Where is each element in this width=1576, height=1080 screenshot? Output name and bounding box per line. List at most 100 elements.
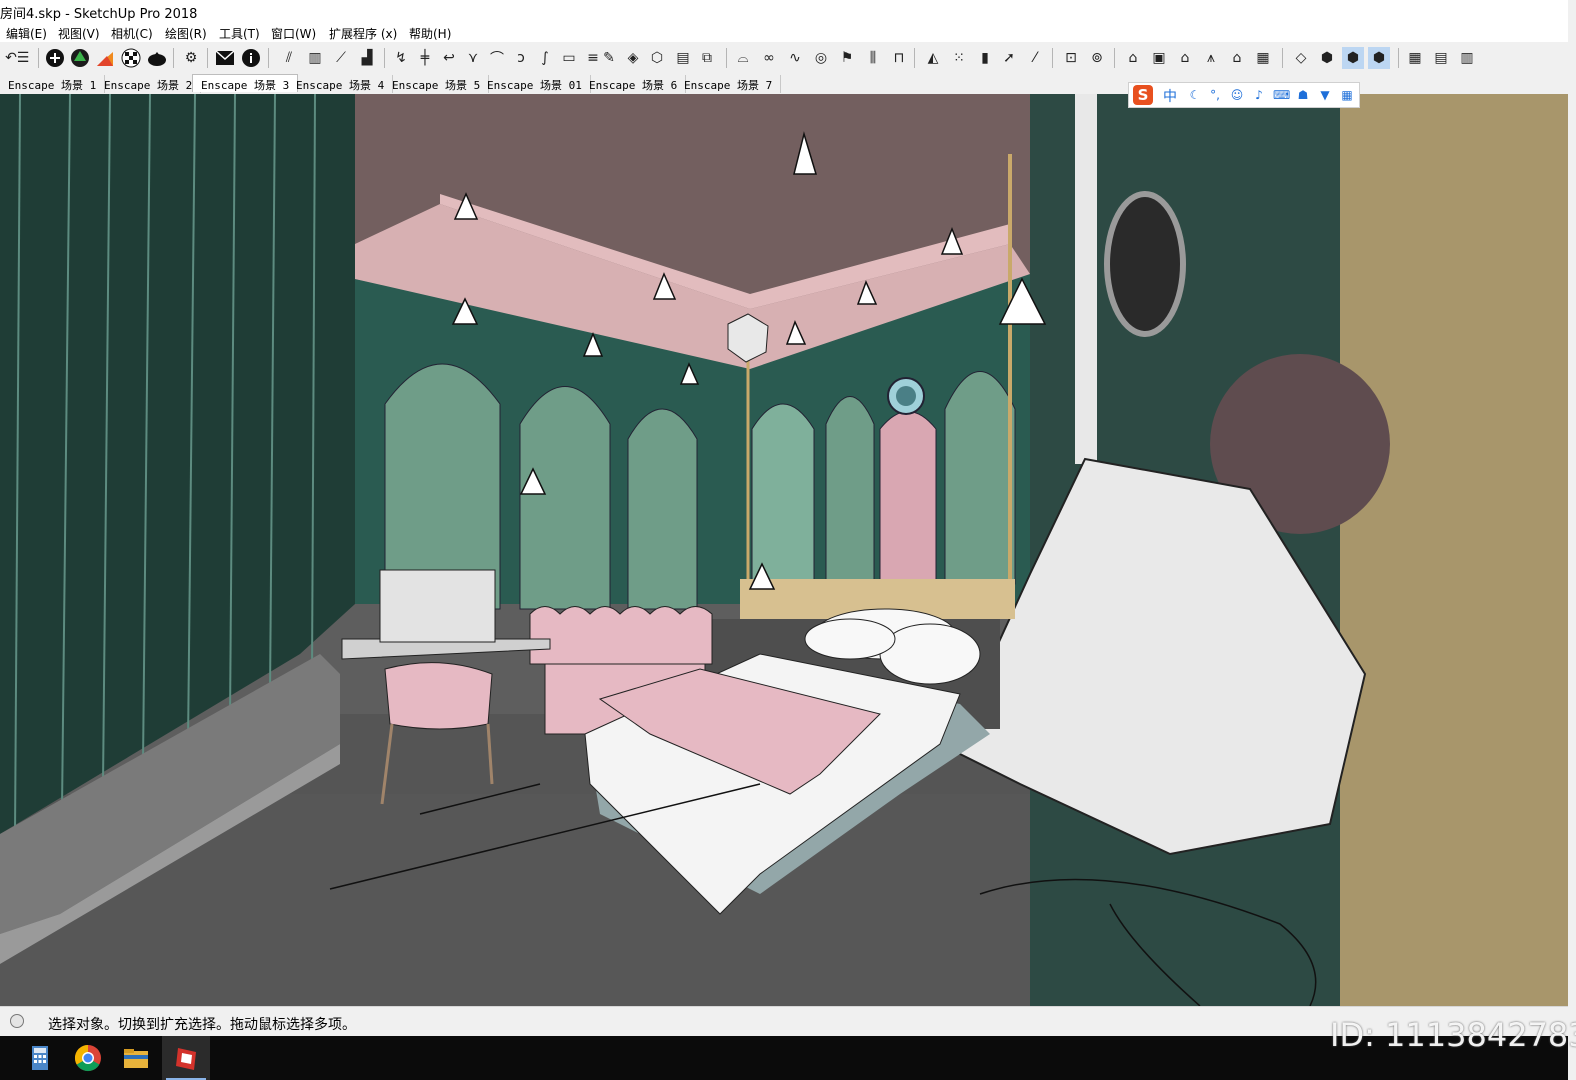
- menu-edit[interactable]: 编辑(E): [6, 25, 47, 42]
- palette-icon[interactable]: [94, 47, 116, 69]
- toolbar-separator: [384, 48, 385, 68]
- column-icon[interactable]: ▥: [304, 47, 326, 69]
- tab-scene-1[interactable]: Enscape 场景 1: [0, 75, 106, 93]
- tab-scene-3[interactable]: Enscape 场景 3: [192, 74, 299, 92]
- bridge-icon[interactable]: ⌓: [732, 47, 754, 69]
- tab-scene-01[interactable]: Enscape 场景 01: [479, 75, 591, 93]
- pen-icon[interactable]: ✎: [598, 47, 620, 69]
- branch-icon[interactable]: ⋎: [462, 47, 484, 69]
- diamond-icon[interactable]: ◈: [622, 47, 644, 69]
- checker-icon[interactable]: [120, 47, 142, 69]
- material-icon[interactable]: ⊚: [1086, 47, 1108, 69]
- punctuation-icon[interactable]: °,: [1207, 87, 1223, 103]
- menu-view[interactable]: 视图(V): [58, 25, 100, 42]
- bars-icon[interactable]: ▟: [356, 47, 378, 69]
- cursor-icon[interactable]: ➚: [998, 47, 1020, 69]
- house-outline-icon[interactable]: ⌂: [1226, 47, 1248, 69]
- add-icon[interactable]: [44, 47, 66, 69]
- path-icon[interactable]: ∫: [534, 47, 556, 69]
- home-icon[interactable]: ⌂: [1174, 47, 1196, 69]
- curve-icon[interactable]: ↩: [438, 47, 460, 69]
- ime-mode[interactable]: 中: [1163, 86, 1177, 106]
- book-icon[interactable]: ▤: [672, 47, 694, 69]
- tree-icon[interactable]: [69, 47, 91, 69]
- stairs-icon[interactable]: ⫽: [278, 47, 300, 69]
- menu-camera[interactable]: 相机(C): [111, 25, 153, 42]
- menu-window[interactable]: 窗口(W): [271, 25, 316, 42]
- ramp-icon[interactable]: ⟋: [330, 47, 352, 69]
- user-status-icon[interactable]: [10, 1014, 24, 1028]
- arch-panel: [825, 396, 875, 585]
- grid-dots-icon[interactable]: ⁙: [948, 47, 970, 69]
- target-icon[interactable]: ◎: [810, 47, 832, 69]
- shirt-icon[interactable]: ▼: [1317, 87, 1333, 103]
- moon-icon[interactable]: ☾: [1187, 87, 1203, 103]
- roof-icon[interactable]: ⩚: [1200, 47, 1222, 69]
- tab-scene-4[interactable]: Enscape 场景 4: [288, 75, 394, 93]
- calculator-icon[interactable]: [24, 1042, 56, 1074]
- sofa-back: [529, 606, 713, 665]
- model-viewport[interactable]: 知末: [0, 94, 1568, 1006]
- keyboard-icon[interactable]: ⌨: [1273, 87, 1290, 103]
- scene-render: [0, 94, 1568, 1006]
- chrome-icon[interactable]: [72, 1042, 104, 1074]
- ime-toolbar[interactable]: S 中 ☾ °, ☺ ♪ ⌨ ☗ ▼ ▦: [1128, 82, 1360, 108]
- stack-icon[interactable]: ⧉: [696, 47, 718, 69]
- tab-scene-7[interactable]: Enscape 场景 7: [676, 75, 782, 93]
- brush-icon[interactable]: ⁄: [1024, 47, 1046, 69]
- mic-icon[interactable]: ♪: [1251, 87, 1267, 103]
- layout-icon[interactable]: ▤: [1430, 47, 1452, 69]
- folder-icon[interactable]: [120, 1042, 152, 1074]
- emoji-icon[interactable]: ☺: [1229, 87, 1245, 103]
- mail-icon[interactable]: [214, 47, 236, 69]
- flag-icon[interactable]: ⚑: [836, 47, 858, 69]
- toolbar-separator: [207, 48, 208, 68]
- monitor: [379, 569, 496, 643]
- arch-panel: [519, 386, 611, 610]
- arc-icon[interactable]: ⌒: [486, 47, 508, 69]
- pillow: [879, 623, 981, 685]
- chain-icon[interactable]: ∞: [758, 47, 780, 69]
- cube-blue-icon[interactable]: ⬢: [1316, 47, 1338, 69]
- pink-panel: [879, 411, 937, 585]
- table-icon[interactable]: ▦: [1404, 47, 1426, 69]
- compass-icon[interactable]: ◇: [1290, 47, 1312, 69]
- house-iso-icon[interactable]: ⌂: [1122, 47, 1144, 69]
- fence-icon[interactable]: ⫼: [862, 47, 884, 69]
- toolbar-separator: [1282, 48, 1283, 68]
- toolbar-separator: [1052, 48, 1053, 68]
- rail-icon[interactable]: ╪: [414, 47, 436, 69]
- menu-extensions[interactable]: 扩展程序 (x): [329, 25, 397, 42]
- toolbar-separator: [726, 48, 727, 68]
- layers-icon[interactable]: ☰: [12, 47, 34, 69]
- wave-icon[interactable]: ∿: [784, 47, 806, 69]
- info-icon[interactable]: [240, 47, 262, 69]
- tab-scene-6[interactable]: Enscape 场景 6: [581, 75, 687, 93]
- cube-side-icon[interactable]: ⬢: [1368, 47, 1390, 69]
- arrow-tool-icon[interactable]: ↯: [390, 47, 412, 69]
- box-icon[interactable]: ▣: [1148, 47, 1170, 69]
- cube-front-icon[interactable]: ⬢: [1342, 47, 1364, 69]
- tab-scene-2[interactable]: Enscape 场景 2: [96, 75, 202, 93]
- tab-scene-5[interactable]: Enscape 场景 5: [384, 75, 490, 93]
- cube-icon[interactable]: ⬡: [646, 47, 668, 69]
- menu-help[interactable]: 帮助(H): [409, 25, 451, 42]
- grid-icon[interactable]: ▦: [1339, 87, 1355, 103]
- ime-logo[interactable]: S: [1133, 85, 1153, 105]
- upload-icon[interactable]: [146, 47, 168, 69]
- menu-draw[interactable]: 绘图(R): [165, 25, 207, 42]
- model-icon[interactable]: ▥: [1456, 47, 1478, 69]
- triangle-icon[interactable]: ◭: [922, 47, 944, 69]
- sketchup-taskbar-slot[interactable]: [162, 1036, 210, 1080]
- sketchup-icon[interactable]: [170, 1042, 202, 1074]
- menu-tools[interactable]: 工具(T): [219, 25, 260, 42]
- settings-icon[interactable]: ⚙: [180, 47, 202, 69]
- menu-bar: 编辑(E) 视图(V) 相机(C) 绘图(R) 工具(T) 窗口(W) 扩展程序…: [0, 22, 1568, 42]
- slab-icon[interactable]: ▭: [558, 47, 580, 69]
- door-icon[interactable]: ▮: [974, 47, 996, 69]
- gate-icon[interactable]: ⊓: [888, 47, 910, 69]
- spiral-icon[interactable]: ↄ: [510, 47, 532, 69]
- building-icon[interactable]: ▦: [1252, 47, 1274, 69]
- user-icon[interactable]: ☗: [1295, 87, 1311, 103]
- component-icon[interactable]: ⊡: [1060, 47, 1082, 69]
